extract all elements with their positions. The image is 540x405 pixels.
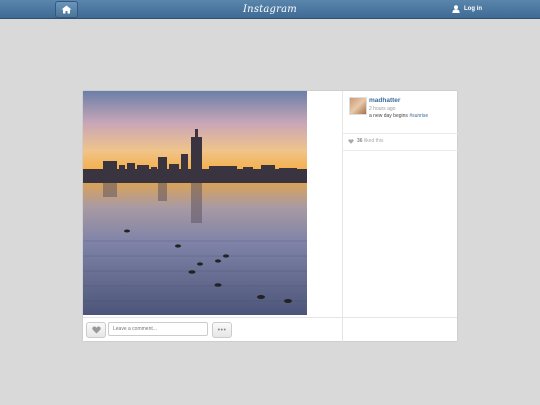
heart-icon <box>91 326 101 334</box>
post-sidebar: madhatter 2 hours ago a new day begins #… <box>342 91 458 341</box>
login-label: Log in <box>464 6 482 12</box>
divider <box>343 133 458 134</box>
divider <box>343 150 458 151</box>
top-navigation-bar: Instagram Log in <box>0 0 540 19</box>
comment-input[interactable] <box>108 322 208 336</box>
username-link[interactable]: madhatter <box>369 97 400 104</box>
home-icon <box>61 5 72 14</box>
divider <box>342 318 343 342</box>
likes-summary: 36 liked this <box>348 138 383 144</box>
comment-bar: ••• <box>83 317 457 342</box>
caption-text: a new day begins <box>369 113 410 119</box>
post-timestamp: 2 hours ago <box>369 106 396 112</box>
hashtag-link[interactable]: #sunrise <box>409 113 428 119</box>
home-button[interactable] <box>55 1 78 18</box>
login-link[interactable]: Log in <box>452 2 482 16</box>
avatar[interactable] <box>349 97 367 115</box>
heart-icon <box>348 138 354 144</box>
more-options-button[interactable]: ••• <box>212 322 232 338</box>
user-icon <box>452 5 460 13</box>
post-card: madhatter 2 hours ago a new day begins #… <box>83 91 458 342</box>
post-caption: a new day begins #sunrise <box>369 113 428 119</box>
like-button[interactable] <box>86 322 106 338</box>
post-photo[interactable] <box>83 91 307 315</box>
likes-label: liked this <box>362 138 384 144</box>
